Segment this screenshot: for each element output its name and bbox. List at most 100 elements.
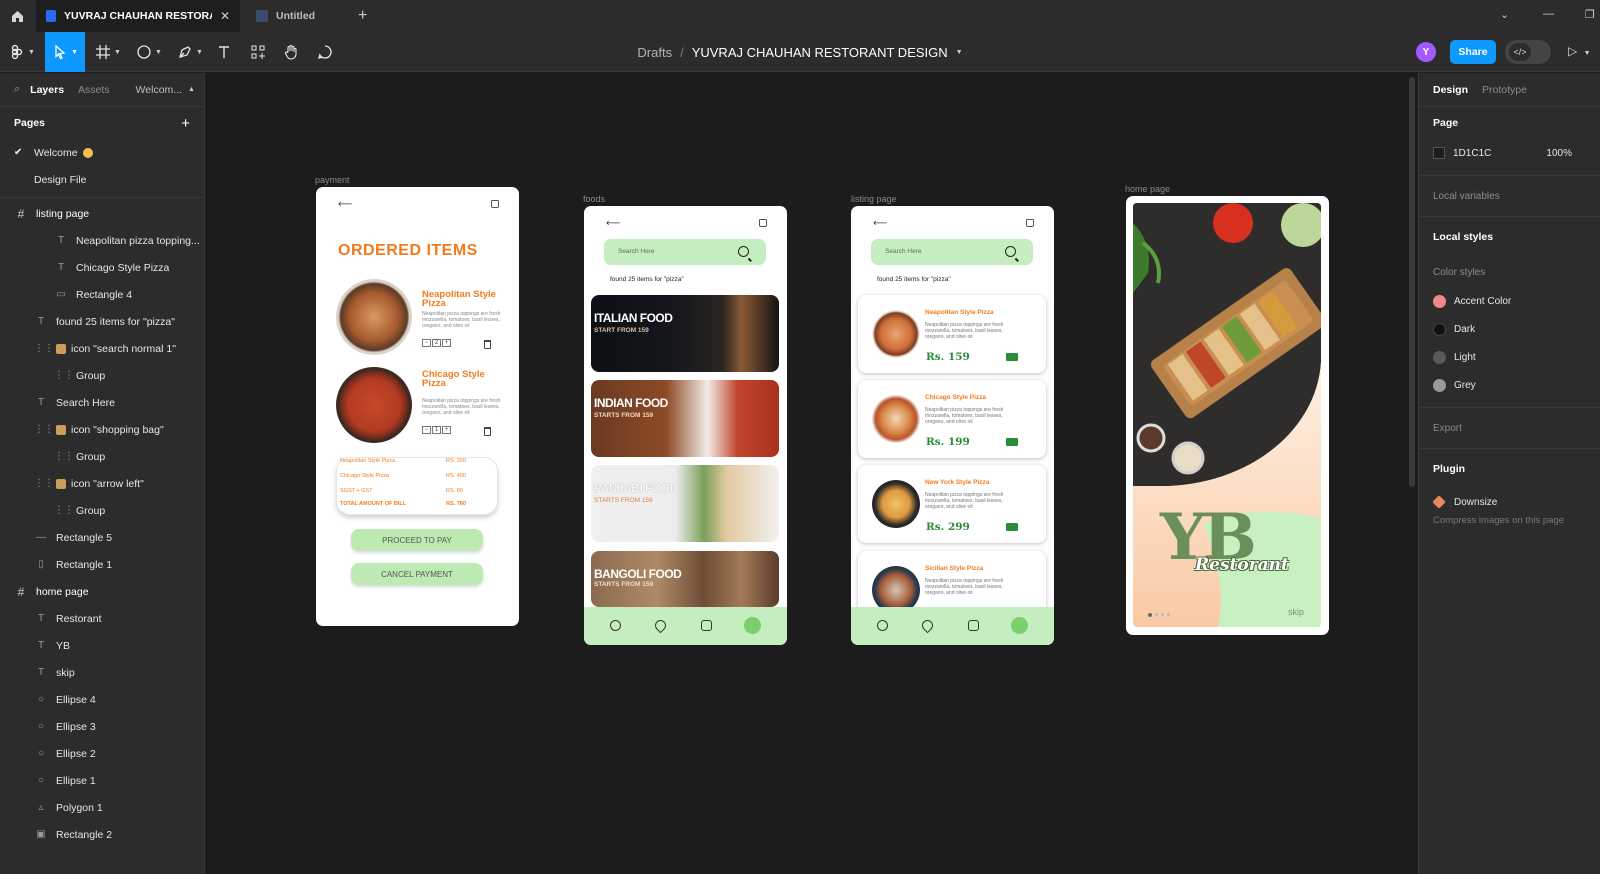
export-section[interactable]: Export (1419, 408, 1600, 449)
page-item-welcome[interactable]: ✔ Welcome (0, 139, 204, 166)
shopping-bag-icon[interactable] (491, 200, 499, 208)
chat-icon[interactable] (968, 620, 979, 631)
add-page-button[interactable]: + (181, 115, 190, 132)
frame-label-listing[interactable]: listing page (851, 194, 897, 204)
dev-mode-toggle[interactable]: </> (1505, 40, 1551, 64)
new-tab-button[interactable]: + (358, 7, 367, 25)
trash-icon[interactable] (484, 427, 491, 436)
layer-row[interactable]: ⋮⋮ Group (0, 443, 204, 470)
layer-row[interactable]: T Neapolitan pizza topping... (0, 227, 204, 254)
color-style-light[interactable]: Light (1433, 343, 1586, 371)
text-tool[interactable] (211, 32, 237, 72)
layer-row[interactable]: ⋮⋮ icon "shopping bag" (0, 416, 204, 443)
search-icon[interactable] (1005, 246, 1016, 257)
cancel-payment-button[interactable]: CANCEL PAYMENT (351, 563, 483, 585)
minimize-icon[interactable]: — (1543, 8, 1554, 20)
trash-icon[interactable] (484, 340, 491, 349)
category-card-indian[interactable]: INDIAN FOOD STARTS FROM 159 (591, 380, 779, 457)
chevron-down-icon[interactable]: ⌄ (1500, 8, 1509, 21)
frame-tool[interactable]: ▼ (90, 32, 126, 72)
comment-tool[interactable] (312, 32, 338, 72)
breadcrumb-file-name[interactable]: YUVRAJ CHAUHAN RESTORANT DESIGN (692, 45, 948, 60)
layer-row[interactable]: ○ Ellipse 1 (0, 767, 204, 794)
layer-row[interactable]: ○ Ellipse 2 (0, 740, 204, 767)
layer-row[interactable]: ▯ Rectangle 1 (0, 551, 204, 578)
breadcrumb-drafts[interactable]: Drafts (637, 45, 672, 60)
frame-label-home[interactable]: home page (1125, 184, 1170, 194)
layer-row[interactable]: ⋮⋮ Group (0, 362, 204, 389)
arrow-left-icon[interactable]: ⟵ (606, 218, 620, 229)
close-icon[interactable]: ✕ (220, 9, 230, 23)
frame-payment[interactable]: ⟵ ORDERED ITEMS Neapolitan Style Pizza N… (316, 187, 519, 626)
home-button[interactable] (0, 0, 34, 32)
qty-plus-button[interactable]: + (442, 426, 451, 434)
frame-listing-page[interactable]: ⟵ Search Here found 25 items for "pizza"… (851, 206, 1054, 645)
frame-label-payment[interactable]: payment (315, 175, 350, 185)
local-variables-section[interactable]: Local variables (1419, 176, 1600, 217)
move-tool[interactable]: ▼ (45, 32, 85, 72)
profile-icon[interactable] (877, 620, 888, 631)
carousel-dots[interactable] (1148, 612, 1173, 617)
layer-row[interactable]: ⋮⋮ icon "search normal 1" (0, 335, 204, 362)
profile-icon[interactable] (610, 620, 621, 631)
list-item[interactable]: New York Style Pizza Neapolitan pizza to… (858, 465, 1046, 543)
layer-row[interactable]: T YB (0, 632, 204, 659)
shopping-bag-icon[interactable] (1011, 617, 1028, 634)
layer-row[interactable]: ▵ Polygon 1 (0, 794, 204, 821)
search-icon[interactable] (738, 246, 749, 257)
frame-home-page[interactable]: YB Restorant skip (1126, 196, 1329, 635)
layer-row[interactable]: # listing page (0, 200, 204, 227)
layer-row[interactable]: ○ Ellipse 4 (0, 686, 204, 713)
color-style-accent[interactable]: Accent Color (1433, 287, 1586, 315)
present-button[interactable]: ▷ ▼ (1568, 44, 1591, 58)
layer-row[interactable]: T Chicago Style Pizza (0, 254, 204, 281)
layer-row[interactable]: ⋮⋮ icon "arrow left" (0, 470, 204, 497)
tab-untitled[interactable]: Untitled (246, 0, 342, 32)
qty-minus-button[interactable]: − (422, 426, 431, 434)
avatar[interactable]: Y (1416, 42, 1436, 62)
export-link[interactable]: Export (1433, 408, 1586, 448)
layer-row[interactable]: Tfound 25 items for "pizza" (0, 308, 204, 335)
category-card-bangoli[interactable]: BANGOLI FOOD STARTS FROM 159 (591, 551, 779, 607)
layer-row[interactable]: T Search Here (0, 389, 204, 416)
category-card-panjabi[interactable]: PANJABI FOOD STARTS FROM 159 (591, 465, 779, 542)
pen-tool[interactable]: ▼ (172, 32, 208, 72)
quantity-stepper[interactable]: − 2 + (422, 339, 452, 347)
heart-icon[interactable] (919, 617, 936, 634)
layer-row[interactable]: # home page (0, 578, 204, 605)
frame-label-foods[interactable]: foods (583, 194, 605, 204)
shape-tool[interactable]: ▼ (131, 32, 167, 72)
chevron-down-icon[interactable]: ▼ (956, 49, 963, 56)
layer-row[interactable]: ⋮⋮ Group (0, 497, 204, 524)
skip-button[interactable]: skip (1288, 607, 1304, 617)
arrow-left-icon[interactable]: ⟵ (873, 218, 887, 229)
quantity-stepper[interactable]: − 1 + (422, 426, 452, 434)
cart-icon[interactable] (1006, 523, 1018, 531)
color-style-grey[interactable]: Grey (1433, 371, 1586, 399)
layer-row[interactable]: ▣ Rectangle 2 (0, 821, 204, 848)
main-menu-button[interactable]: ▼ (0, 32, 44, 72)
list-item[interactable]: Chicago Style Pizza Neapolitan pizza top… (858, 380, 1046, 458)
tab-file[interactable]: YUVRAJ CHAUHAN RESTORANT D ✕ (36, 0, 240, 32)
qty-minus-button[interactable]: − (422, 339, 431, 347)
hand-tool[interactable] (278, 32, 304, 72)
frame-foods[interactable]: ⟵ Search Here found 25 items for "pizza"… (584, 206, 787, 645)
shopping-bag-icon[interactable] (744, 617, 761, 634)
shopping-bag-icon[interactable] (759, 219, 767, 227)
layer-row[interactable]: Tskip (0, 659, 204, 686)
color-style-dark[interactable]: Dark (1433, 315, 1586, 343)
proceed-to-pay-button[interactable]: PROCEED TO PAY (351, 529, 483, 551)
qty-plus-button[interactable]: + (442, 339, 451, 347)
canvas-scrollbar[interactable] (1409, 77, 1415, 487)
plugin-downsize[interactable]: Downsize (1432, 489, 1586, 515)
canvas[interactable]: payment ⟵ ORDERED ITEMS Neapolitan Style… (205, 73, 1418, 874)
tab-layers[interactable]: Layers (30, 84, 64, 96)
tab-prototype[interactable]: Prototype (1482, 84, 1527, 96)
page-color-opacity[interactable]: 100% (1546, 148, 1572, 159)
search-bar[interactable]: Search Here (604, 239, 766, 265)
resources-tool[interactable] (245, 32, 271, 72)
page-item-design-file[interactable]: Design File (0, 166, 204, 193)
list-item[interactable]: Neapolitan Style Pizza Neapolitan pizza … (858, 295, 1046, 373)
tab-design[interactable]: Design (1433, 84, 1468, 96)
tab-assets[interactable]: Assets (78, 84, 110, 96)
